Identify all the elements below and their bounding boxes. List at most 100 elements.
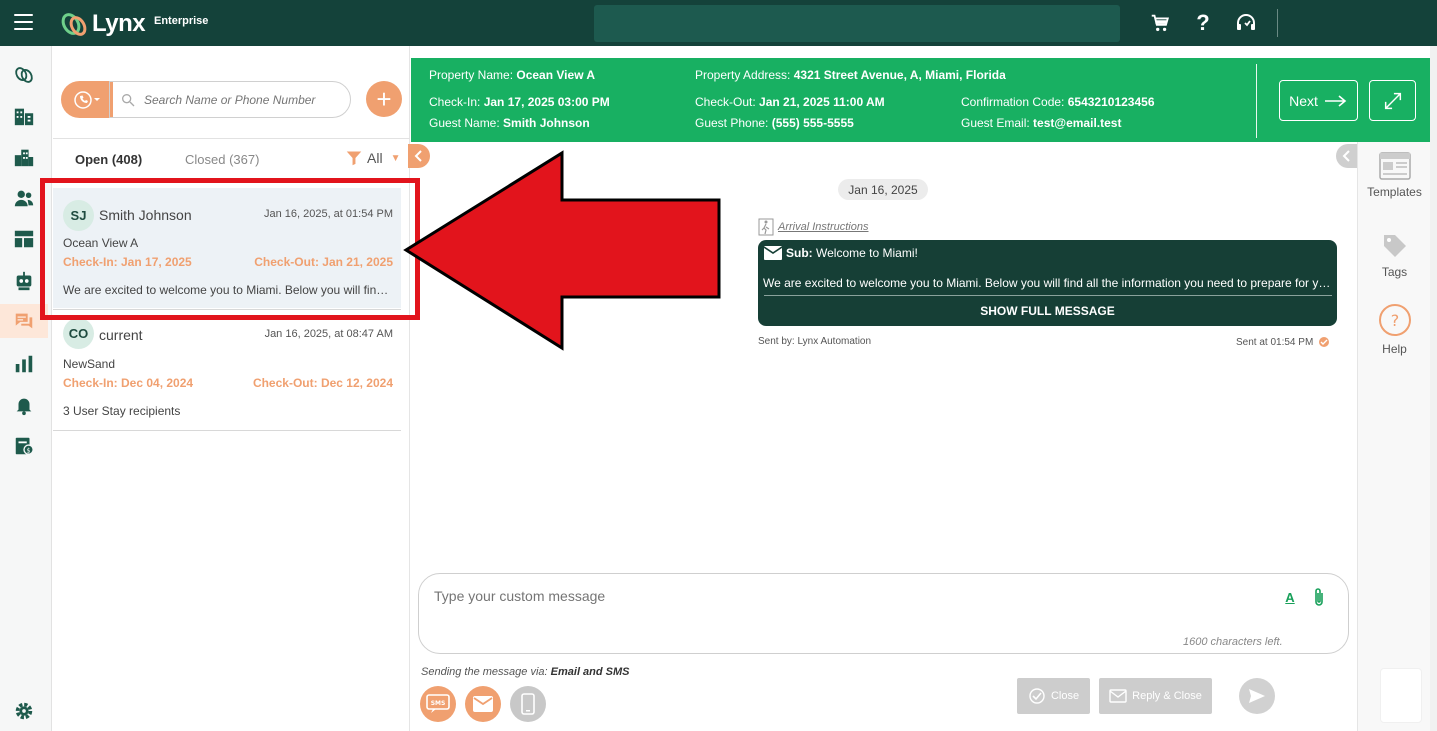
collapse-list-button[interactable] bbox=[408, 144, 430, 168]
nav-home[interactable] bbox=[0, 58, 48, 92]
conversation-checkout: Check-Out: Jan 21, 2025 bbox=[254, 255, 393, 269]
nav-settings[interactable] bbox=[0, 694, 48, 728]
mail-icon bbox=[764, 246, 782, 260]
property-name-label: Property Name: bbox=[429, 68, 514, 82]
property-address-label: Property Address: bbox=[695, 68, 791, 82]
conversation-time: Jan 16, 2025, at 08:47 AM bbox=[264, 328, 393, 340]
conversation-checkin: Check-In: Jan 17, 2025 bbox=[63, 255, 192, 269]
sms-channel-toggle[interactable]: SMS bbox=[420, 686, 456, 722]
paperclip-icon[interactable] bbox=[1310, 587, 1328, 609]
checkout-field: Check-Out: Jan 21, 2025 11:00 AM bbox=[695, 95, 885, 109]
channel-select-button[interactable] bbox=[61, 81, 113, 118]
arrow-right-icon bbox=[1324, 94, 1347, 107]
check-circle-icon bbox=[1029, 688, 1045, 704]
collapse-tools-button[interactable] bbox=[1336, 144, 1358, 168]
nav-guests[interactable] bbox=[0, 181, 48, 215]
conversation-checkout: Check-Out: Dec 12, 2024 bbox=[252, 376, 393, 390]
bot-icon bbox=[16, 271, 32, 291]
send-icon bbox=[1249, 689, 1265, 703]
nav-dashboard[interactable] bbox=[0, 222, 48, 256]
close-button[interactable]: Close bbox=[1017, 678, 1090, 714]
cart-icon[interactable] bbox=[1147, 10, 1173, 36]
nav-inbox[interactable] bbox=[0, 304, 48, 338]
confirmation-value: 6543210123456 bbox=[1067, 95, 1155, 109]
guest-info-header: Property Name: Ocean View A Property Add… bbox=[411, 58, 1430, 142]
conversation-name: Smith Johnson bbox=[99, 207, 192, 223]
bell-icon bbox=[16, 398, 32, 416]
nav-automation[interactable] bbox=[0, 264, 48, 298]
checkout-label: Check-Out: bbox=[695, 95, 756, 109]
nav-notifications[interactable] bbox=[0, 388, 48, 422]
scrollbar[interactable] bbox=[1430, 46, 1437, 731]
show-full-message-button[interactable]: SHOW FULL MESSAGE bbox=[758, 296, 1337, 326]
checkin-label: Check-In: bbox=[429, 95, 481, 109]
app-channel-toggle[interactable] bbox=[510, 686, 546, 722]
tag-icon bbox=[1383, 235, 1406, 257]
help-tool[interactable]: ? Help bbox=[1358, 303, 1431, 356]
help-circle-icon: ? bbox=[1378, 304, 1411, 336]
app-logo[interactable]: Lynx bbox=[60, 10, 146, 38]
guest-email-value: test@email.test bbox=[1033, 116, 1122, 130]
nav-reports[interactable] bbox=[0, 347, 48, 381]
guest-phone-value: (555) 555-5555 bbox=[771, 116, 854, 130]
sent-at-label: Sent at 01:54 PM bbox=[1236, 336, 1314, 348]
property-address-field: Property Address: 4321 Street Avenue, A,… bbox=[695, 68, 1006, 82]
checkin-value: Jan 17, 2025 03:00 PM bbox=[483, 95, 610, 109]
text-format-icon[interactable]: A bbox=[1281, 587, 1299, 607]
chevron-down-icon: ▼ bbox=[390, 152, 401, 164]
email-channel-toggle[interactable] bbox=[465, 686, 501, 722]
corner-widget[interactable] bbox=[1380, 668, 1422, 723]
conversation-time: Jan 16, 2025, at 01:54 PM bbox=[263, 208, 393, 220]
lynx-logo-icon bbox=[15, 67, 33, 83]
svg-text:?: ? bbox=[1390, 311, 1399, 330]
support-icon[interactable] bbox=[1233, 10, 1259, 36]
message-input[interactable] bbox=[434, 588, 1234, 618]
settings-icon bbox=[15, 702, 33, 720]
new-conversation-button[interactable]: + bbox=[366, 81, 402, 117]
left-nav: $ bbox=[0, 46, 52, 731]
expand-button[interactable] bbox=[1369, 80, 1416, 121]
nav-portfolio[interactable] bbox=[0, 140, 48, 174]
message-subject: Sub: Welcome to Miami! bbox=[764, 246, 918, 260]
property-name-value: Ocean View A bbox=[516, 68, 596, 82]
guest-phone-field: Guest Phone: (555) 555-5555 bbox=[695, 116, 854, 130]
sent-at-text: Sent at 01:54 PM bbox=[1236, 336, 1331, 348]
conversation-item[interactable]: SJ Smith Johnson Jan 16, 2025, at 01:54 … bbox=[53, 188, 401, 308]
message-composer: A 1600 characters left. bbox=[418, 573, 1349, 654]
buildings-icon bbox=[14, 149, 34, 167]
dashboard-icon bbox=[14, 230, 34, 248]
menu-icon[interactable] bbox=[14, 14, 33, 30]
send-button[interactable] bbox=[1239, 678, 1275, 714]
divider bbox=[1256, 64, 1257, 138]
conversation-name: current bbox=[99, 327, 143, 343]
checkout-value: Jan 21, 2025 11:00 AM bbox=[759, 95, 885, 109]
nav-properties[interactable] bbox=[0, 99, 48, 133]
search-input[interactable] bbox=[144, 92, 344, 107]
tags-tool[interactable]: Tags bbox=[1358, 232, 1431, 279]
users-icon bbox=[14, 190, 34, 207]
global-search-bar[interactable] bbox=[594, 5, 1120, 42]
avatar: CO bbox=[63, 318, 94, 349]
date-separator: Jan 16, 2025 bbox=[838, 179, 928, 200]
conversation-item[interactable]: CO current Jan 16, 2025, at 08:47 AM New… bbox=[53, 310, 401, 430]
filter-icon bbox=[346, 151, 362, 166]
tab-closed[interactable]: Closed (367) bbox=[185, 152, 259, 167]
send-via-prefix: Sending the message via: bbox=[421, 666, 548, 678]
divider bbox=[53, 430, 401, 431]
help-icon[interactable]: ? bbox=[1190, 10, 1216, 36]
next-button[interactable]: Next bbox=[1279, 80, 1358, 121]
conversation-search[interactable] bbox=[109, 81, 351, 118]
templates-tool[interactable]: Templates bbox=[1358, 152, 1431, 199]
chat-icon bbox=[15, 313, 33, 329]
nav-billing[interactable]: $ bbox=[0, 429, 48, 463]
tags-label: Tags bbox=[1381, 265, 1408, 279]
bar-chart-icon bbox=[15, 355, 33, 373]
reply-close-button[interactable]: Reply & Close bbox=[1099, 678, 1212, 714]
chevron-left-icon bbox=[414, 150, 422, 162]
filter-dropdown[interactable]: All ▼ bbox=[345, 150, 400, 166]
mail-icon bbox=[473, 696, 493, 712]
tab-open[interactable]: Open (408) bbox=[75, 152, 142, 167]
sent-by-text: Sent by: Lynx Automation bbox=[758, 336, 872, 347]
reply-close-label: Reply & Close bbox=[1132, 690, 1202, 702]
arrival-instructions-link[interactable]: Arrival Instructions bbox=[758, 218, 868, 236]
